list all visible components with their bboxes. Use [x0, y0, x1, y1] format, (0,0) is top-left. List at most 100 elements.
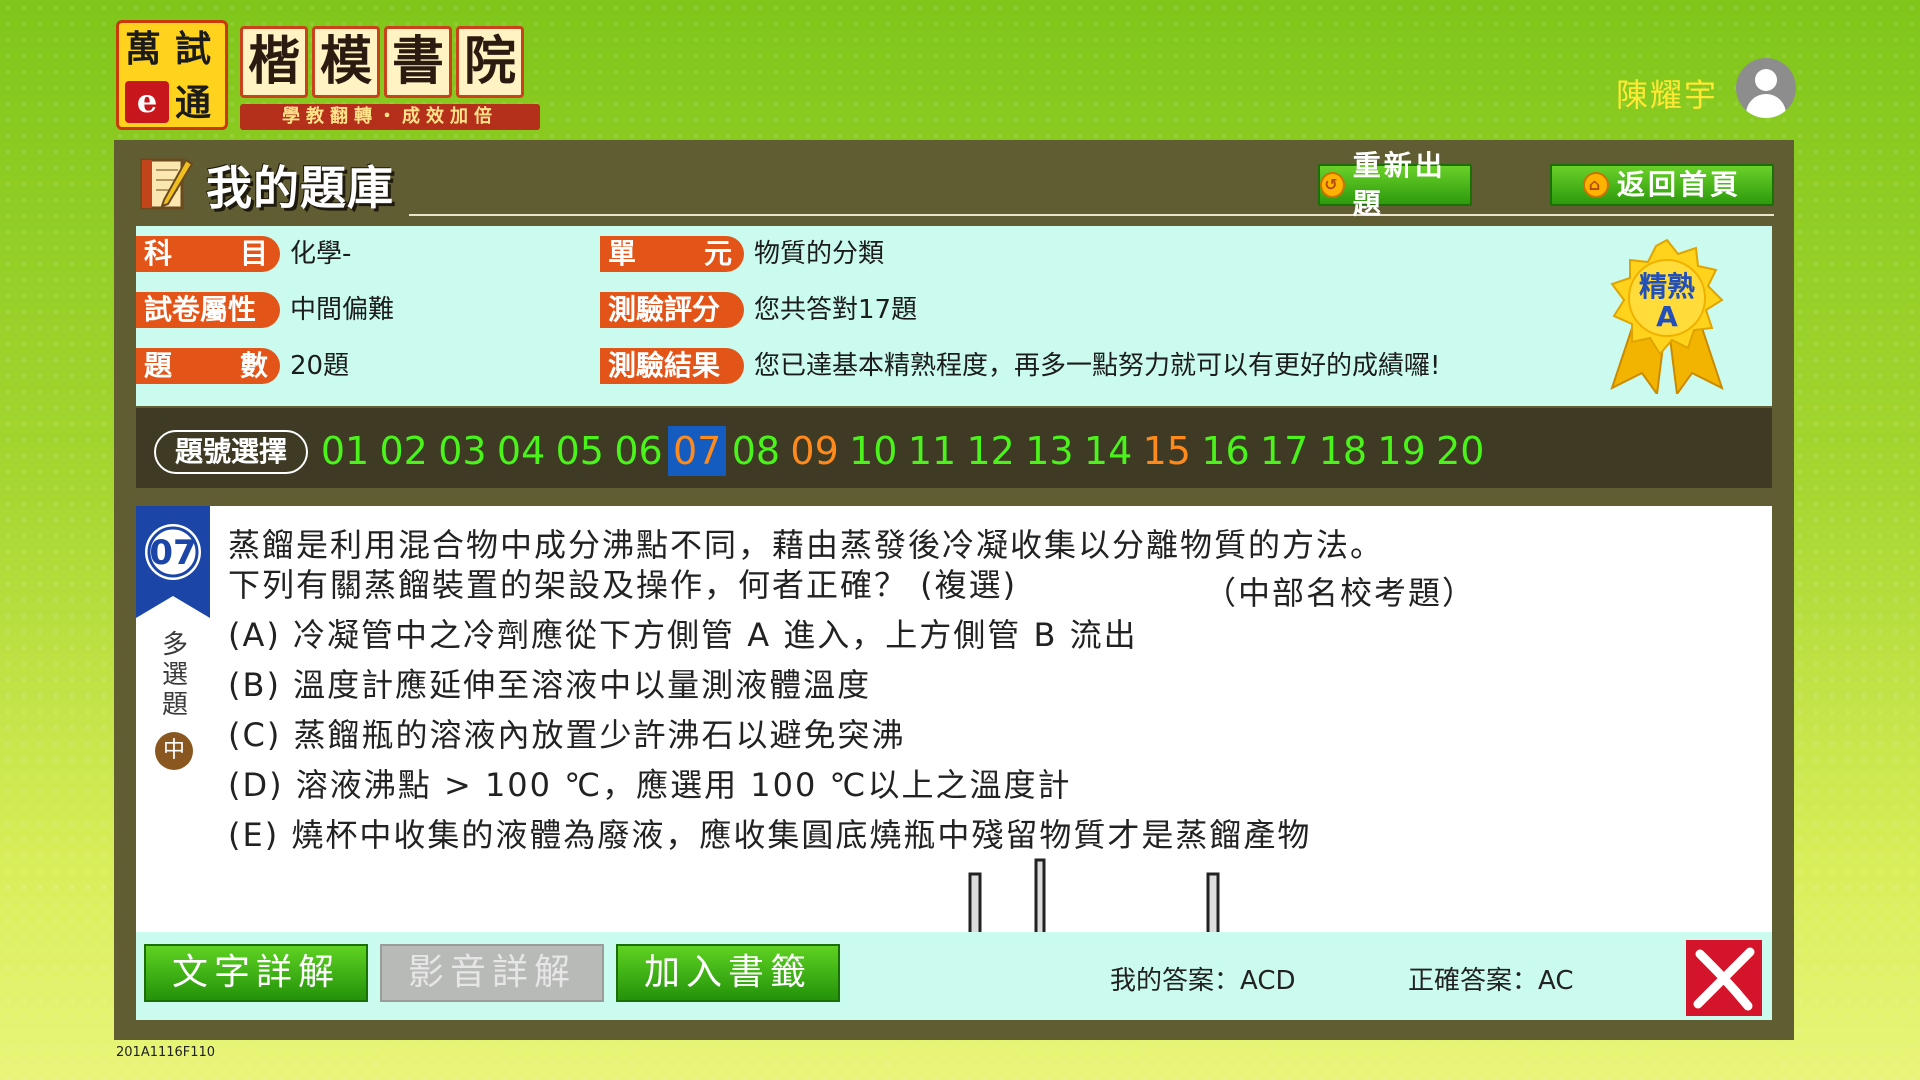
correct-answer-value: AC: [1538, 966, 1574, 996]
logo-title-char: 院: [456, 26, 524, 98]
result-label: 測驗結果: [600, 348, 744, 384]
redo-quiz-label: 重新出題: [1352, 149, 1446, 220]
correct-answer-label: 正確答案：: [1408, 966, 1539, 996]
mastery-badge-icon: 精熟 A: [1610, 238, 1724, 394]
count-label: 題 數: [136, 348, 280, 384]
logo-char: e: [125, 81, 169, 123]
unit-label: 單 元: [600, 236, 744, 272]
logo-title-char: 模: [312, 26, 380, 98]
wrong-x-icon: [1686, 940, 1762, 1016]
avatar-body: [1746, 94, 1786, 118]
logo-title-char: 楷: [240, 26, 308, 98]
home-button[interactable]: ⌂ 返回首頁: [1550, 164, 1774, 206]
user-name[interactable]: 陳耀宇: [1616, 70, 1718, 116]
home-label: 返回首頁: [1616, 168, 1741, 201]
question-number-02[interactable]: 02: [375, 426, 433, 476]
question-number-04[interactable]: 04: [492, 426, 550, 476]
my-answer-value: ACD: [1240, 966, 1296, 996]
add-bookmark-button[interactable]: 加入書籤: [616, 944, 840, 1002]
question-code: 201A1116F110: [116, 1045, 216, 1060]
logo-slogan: 學教翻轉・成效加倍: [240, 104, 540, 130]
question-number-01[interactable]: 01: [316, 426, 374, 476]
text-explanation-button[interactable]: 文字詳解: [144, 944, 368, 1002]
quiz-info-panel: 科 目 化學- 試卷屬性 中間偏難 題 數 20題 單 元 物質的分類 測驗評分…: [136, 226, 1772, 406]
question-number-10[interactable]: 10: [844, 426, 902, 476]
home-icon: ⌂: [1582, 172, 1609, 198]
attr-label: 試卷屬性: [136, 292, 280, 328]
app-logo[interactable]: 萬 試 e 通 楷 模 書 院 學教翻轉・成效加倍: [116, 20, 546, 134]
option-a: (A) 冷凝管中之冷劑應從下方側管 A 進入，上方側管 B 流出: [228, 616, 1138, 654]
question-number-06[interactable]: 06: [610, 426, 668, 476]
logo-char: 通: [175, 82, 212, 124]
question-number-16[interactable]: 16: [1197, 426, 1255, 476]
correct-answer: 正確答案：AC: [1408, 960, 1574, 997]
question-number-09[interactable]: 09: [786, 426, 844, 476]
option-d: (D) 溶液沸點 > 100 ℃，應選用 100 ℃以上之溫度計: [228, 766, 1072, 804]
question-source: （中部名校考題）: [1204, 574, 1477, 612]
redo-quiz-button[interactable]: ↺ 重新出題: [1318, 149, 1472, 220]
result-value: 您已達基本精熟程度，再多一點努力就可以有更好的成績囉!: [754, 351, 1441, 381]
badge-line-2: A: [1656, 300, 1678, 333]
count-value: 20題: [290, 351, 350, 381]
my-answer: 我的答案：ACD: [1110, 960, 1296, 997]
user-icon[interactable]: [1736, 58, 1796, 118]
question-stem-line-2: 下列有關蒸餾裝置的架設及操作，何者正確？ (複選): [228, 566, 1018, 604]
question-number-13[interactable]: 13: [1020, 426, 1078, 476]
question-type-char: 多: [161, 630, 188, 660]
unit-label-char: 單: [608, 237, 637, 270]
avatar-head: [1755, 69, 1777, 91]
header-divider: [409, 214, 1774, 216]
question-number-bar: 題號選擇 01 02 03 04 05 06 07 08 09 10 11 12 13 14 15 16 17 1…: [136, 408, 1772, 488]
main-panel: 我的題庫 ↺ 重新出題 ⌂ 返回首頁 科 目 化學- 試卷屬性 中間偏難 題 數…: [114, 140, 1794, 1040]
question-number-03[interactable]: 03: [433, 426, 491, 476]
question-type-char: 題: [161, 690, 188, 720]
subject-value: 化學-: [290, 239, 352, 269]
distillation-apparatus-image: [968, 858, 1220, 932]
difficulty-badge: 中: [155, 732, 193, 770]
question-number-14[interactable]: 14: [1079, 426, 1137, 476]
badge-line-1: 精熟: [1639, 270, 1695, 303]
question-number-19[interactable]: 19: [1373, 426, 1431, 476]
attr-label-text: 試卷屬性: [144, 293, 257, 326]
question-area: 07 多 選 題 中 蒸餾是利用混合物中成分沸點不同，藉由蒸發後冷凝收集以分離物…: [136, 506, 1772, 932]
logo-char: 萬: [125, 28, 162, 70]
subject-label-char: 目: [240, 237, 269, 270]
count-label-char: 數: [240, 349, 269, 382]
question-number-07[interactable]: 07: [668, 426, 727, 476]
question-number-08[interactable]: 08: [727, 426, 785, 476]
undo-icon: ↺: [1320, 172, 1345, 198]
subject-label-char: 科: [144, 237, 173, 270]
logo-emblem: 萬 試 e 通: [116, 20, 228, 130]
question-number: 07: [149, 533, 196, 573]
score-label-text: 測驗評分: [608, 293, 721, 326]
question-number-15[interactable]: 15: [1138, 426, 1196, 476]
question-type: 多 選 題: [160, 630, 190, 720]
option-e: (E) 燒杯中收集的液體為廢液，應收集圓底燒瓶中殘留物質才是蒸餾產物: [228, 816, 1312, 854]
score-label: 測驗評分: [600, 292, 744, 328]
option-c: (C) 蒸餾瓶的溶液內放置少許沸石以避免突沸: [228, 716, 906, 754]
question-number-11[interactable]: 11: [903, 426, 961, 476]
logo-char: 試: [175, 28, 212, 70]
count-label-char: 題: [144, 349, 173, 382]
notebook-pencil-icon: [140, 158, 194, 210]
video-explanation-button[interactable]: 影音詳解: [380, 944, 604, 1002]
question-number-17[interactable]: 17: [1255, 426, 1313, 476]
unit-value: 物質的分類: [754, 239, 885, 269]
question-number-ribbon: 07: [136, 506, 210, 618]
question-select-button[interactable]: 題號選擇: [154, 430, 308, 474]
question-number-20[interactable]: 20: [1431, 426, 1489, 476]
logo-title-char: 書: [384, 26, 452, 98]
option-b: (B) 溫度計應延伸至溶液中以量測液體溫度: [228, 666, 872, 704]
result-label-text: 測驗結果: [608, 349, 721, 382]
question-type-char: 選: [161, 660, 188, 690]
unit-label-char: 元: [704, 237, 733, 270]
attr-value: 中間偏難: [290, 295, 395, 325]
question-number-18[interactable]: 18: [1314, 426, 1372, 476]
score-value: 您共答對17題: [754, 295, 918, 325]
question-number-05[interactable]: 05: [551, 426, 609, 476]
answer-bar: 文字詳解 影音詳解 加入書籤 我的答案：ACD 正確答案：AC: [136, 932, 1772, 1020]
logo-title: 楷 模 書 院: [240, 26, 524, 98]
question-number-12[interactable]: 12: [962, 426, 1020, 476]
subject-label: 科 目: [136, 236, 280, 272]
my-answer-label: 我的答案：: [1110, 966, 1241, 996]
